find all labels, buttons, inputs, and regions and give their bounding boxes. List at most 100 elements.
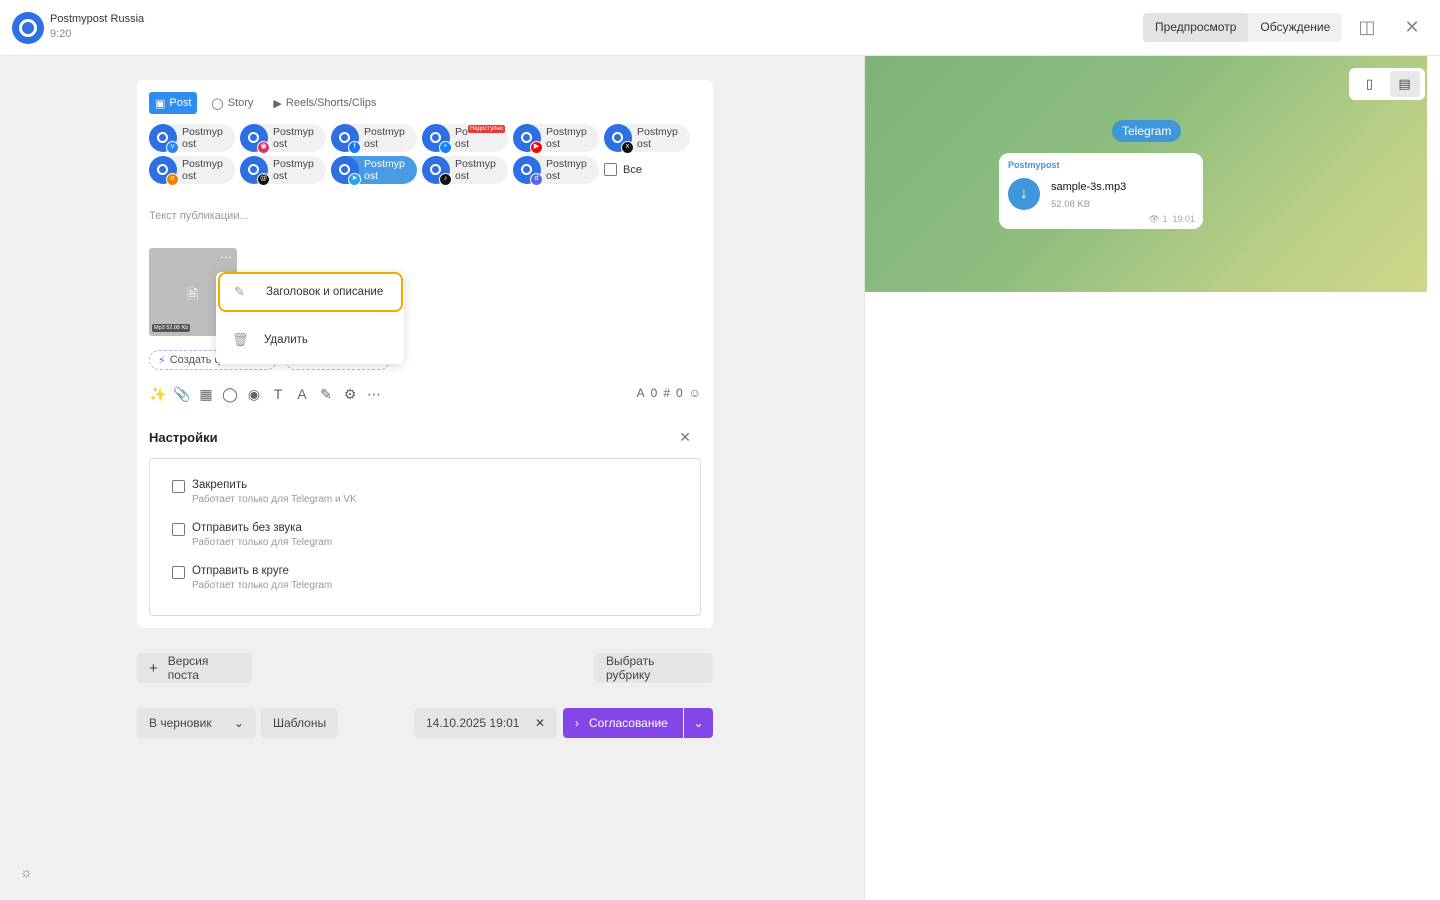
pin-checkbox[interactable] (172, 480, 185, 493)
workspace-avatar[interactable] (12, 12, 44, 44)
tab-discussion[interactable]: Обсуждение (1248, 13, 1342, 42)
account-name: Postmyp ost (364, 126, 405, 150)
account-name: Postmyp ost (273, 126, 314, 150)
account-chip[interactable]: ▶ Postmyp ost (513, 124, 599, 154)
location-icon[interactable]: ◉ (245, 386, 263, 403)
comment-icon[interactable]: ◯ (221, 386, 239, 403)
account-name: Postmyp ost (273, 158, 314, 182)
account-chip[interactable]: ➤ Postmyp ost (331, 156, 417, 186)
account-chip[interactable]: x Postmyp ost (604, 124, 690, 154)
tab-post[interactable]: ▣ Post (149, 92, 198, 114)
account-avatar: ➤ (331, 156, 361, 186)
account-avatar: • (422, 124, 452, 154)
close-icon[interactable]: ✕ (1402, 17, 1422, 37)
account-avatar: v (149, 124, 179, 154)
submit-approval-button[interactable]: › Согласование (563, 708, 683, 738)
bolt-icon: ⚡ (158, 354, 166, 367)
theme-icon[interactable]: ☼ (20, 864, 33, 880)
account-chip[interactable]: v Postmyp ost (149, 124, 235, 154)
trash-icon: 🗑 (232, 332, 249, 347)
edit-icon: ✎ (234, 284, 245, 299)
menu-delete[interactable]: 🗑 Удалить (216, 320, 404, 360)
editor-toolbar: ✨ 📎 ▦ ◯ ◉ T A ✎ ⚙ ⋯ (149, 386, 383, 403)
discord-icon: d (530, 173, 543, 186)
choose-rubric-button[interactable]: Выбрать рубрику (594, 653, 713, 683)
account-name: Postmyp ost (455, 158, 496, 182)
post-type-tabs: ▣ Post ◯ Story ▶ Reels/Shorts/Clips (149, 92, 382, 114)
mobile-icon[interactable]: ▯ (1355, 71, 1385, 97)
message-meta: 👁 1 19:01 (1148, 214, 1195, 225)
translate-icon[interactable]: A (293, 386, 311, 403)
preview-pane: ▯ ▤ Telegram Postmypost ↓ sample-3s.mp3 … (864, 56, 1440, 900)
sender-name: Postmypost (1008, 160, 1060, 170)
tab-reels[interactable]: ▶ Reels/Shorts/Clips (267, 92, 382, 114)
device-switch: ▯ ▤ (1349, 68, 1425, 100)
account-chip[interactable]: @ Postmyp ost (240, 156, 326, 186)
add-version-button[interactable]: + Версия поста (137, 653, 252, 683)
select-all-label: Все (623, 163, 642, 176)
clear-icon[interactable]: ✕ (535, 716, 545, 730)
download-icon[interactable]: ↓ (1008, 178, 1040, 210)
account-chip[interactable]: o Postmyp ost (149, 156, 235, 186)
account-avatar: @ (240, 156, 270, 186)
pin-label: Закрепить (192, 479, 248, 491)
account-chip[interactable]: ◉ Postmyp ost (240, 124, 326, 154)
account-chip[interactable]: • Po ost Недоступно (422, 124, 508, 154)
desktop-icon[interactable]: ▤ (1389, 71, 1420, 97)
attach-icon[interactable]: 📎 (173, 386, 191, 403)
more-icon[interactable]: ⋯ (220, 250, 232, 264)
silent-checkbox[interactable] (172, 523, 185, 536)
account-chip[interactable]: d Postmyp ost (513, 156, 599, 186)
pen-icon[interactable]: ✎ (317, 386, 335, 403)
sparkles-icon[interactable]: ✨ (149, 386, 167, 403)
emoji-icon[interactable]: ☺ (689, 386, 701, 400)
account-name: Postmyp ost (637, 126, 678, 150)
select-all[interactable]: Все (604, 163, 642, 176)
templates-button[interactable]: Шаблоны (261, 708, 338, 738)
menu-title-description[interactable]: ✎ Заголовок и описание (218, 272, 403, 312)
option-circle[interactable]: Отправить в круге Работает только для Tel… (172, 565, 332, 591)
option-pin[interactable]: Закрепить Работает только для Telegram и … (172, 479, 357, 505)
channel-pill: Telegram (1112, 120, 1182, 142)
gear-icon[interactable]: ⚙ (341, 386, 359, 403)
account-name: Postmyp ost (182, 158, 223, 182)
story-icon: ◯ (211, 97, 224, 110)
account-avatar: ▶ (513, 124, 543, 154)
text-format-icon[interactable]: T (269, 386, 287, 403)
more-icon[interactable]: ⋯ (365, 386, 383, 403)
add-version-label: Версия поста (167, 654, 209, 682)
bluesky-icon: • (439, 141, 452, 154)
option-silent[interactable]: Отправить без звука Работает только для T… (172, 522, 332, 548)
threads-icon: @ (257, 173, 270, 186)
circle-label: Отправить в круге (192, 565, 289, 577)
datetime-field[interactable]: 14.10.2025 19:01 ✕ (414, 708, 557, 738)
file-icon: 🗎 (187, 286, 199, 302)
settings-panel: Закрепить Работает только для Telegram и … (149, 458, 701, 616)
circle-checkbox[interactable] (172, 566, 185, 579)
submit-options-button[interactable]: ⌄ (684, 708, 713, 738)
post-text-input[interactable]: Текст публикации... (149, 210, 249, 222)
close-icon[interactable]: ✕ (679, 429, 691, 446)
tab-preview[interactable]: Предпросмотр (1143, 13, 1249, 42)
account-avatar: ◉ (240, 124, 270, 154)
settings-title: Настройки (149, 430, 218, 445)
tab-story[interactable]: ◯ Story (205, 92, 259, 114)
select-all-checkbox[interactable] (604, 163, 617, 176)
circle-hint: Работает только для Telegram (192, 580, 333, 591)
status-select[interactable]: В черновик ⌄ (137, 708, 256, 738)
account-chip[interactable]: ♪ Postmyp ost (422, 156, 508, 186)
account-name: Postmyp ost (364, 158, 405, 182)
account-avatar: o (149, 156, 179, 186)
youtube-icon: ▶ (530, 141, 543, 154)
file-size: 52.08 KB (1051, 199, 1091, 210)
chevron-down-icon: ⌄ (233, 716, 244, 730)
chevron-right-icon: › (575, 716, 579, 730)
workspace-time: 9:20 (50, 28, 72, 40)
odnoklassniki-icon: o (166, 173, 179, 186)
top-bar: Postmypost Russia 9:20 Предпросмотр Обсу… (0, 0, 1440, 56)
split-view-icon[interactable]: ◫ (1357, 17, 1377, 37)
account-chip[interactable]: f Postmyp ost (331, 124, 417, 154)
view-count: 1 (1162, 214, 1168, 224)
gallery-icon[interactable]: ▦ (197, 386, 215, 403)
hashtag-icon: # (663, 386, 671, 400)
